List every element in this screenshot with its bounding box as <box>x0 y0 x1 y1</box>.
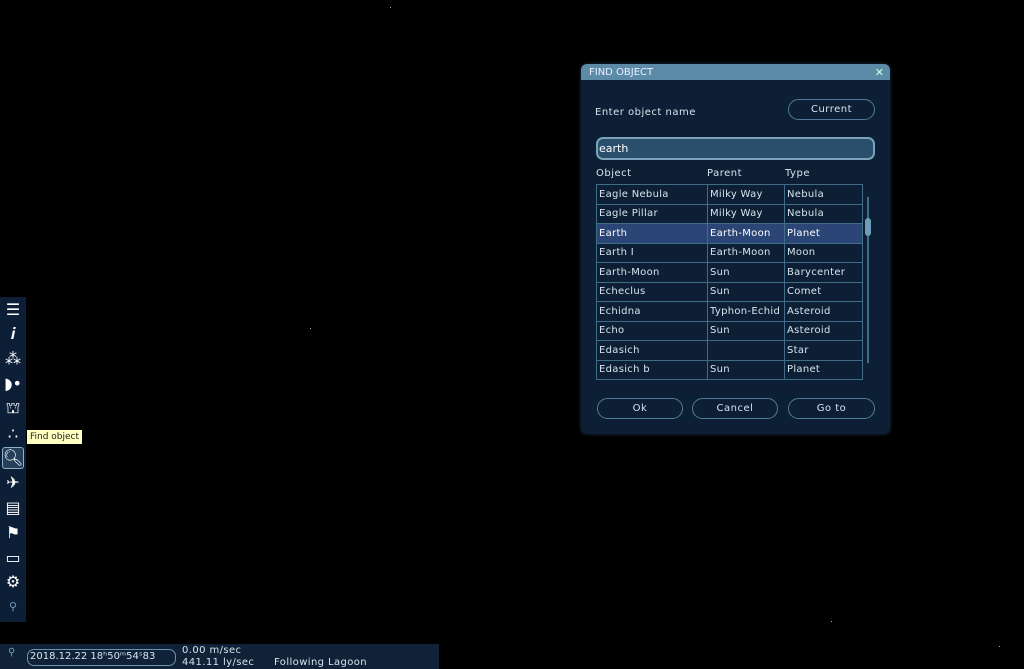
status-bar: ⚲ 2018.12.22 18ʰ50ᵐ54ˢ83 0.00 m/sec 441.… <box>0 644 439 669</box>
cell-parent: Typhon-Echid <box>707 301 785 322</box>
cell-object: Earth-Moon <box>596 262 708 283</box>
close-icon[interactable]: ✕ <box>875 66 884 79</box>
observatory-icon[interactable]: ⛫ <box>2 397 24 419</box>
cell-type: Planet <box>784 359 863 380</box>
cell-type: Barycenter <box>784 262 863 283</box>
cell-type: Asteroid <box>784 320 863 341</box>
goto-button[interactable]: Go to <box>788 398 875 419</box>
cell-object: Earth I <box>596 242 708 263</box>
cell-type: Comet <box>784 281 863 302</box>
cell-object: Edasich b <box>596 359 708 380</box>
solar-system-icon[interactable]: ⁂ <box>2 348 24 370</box>
location-pin-icon[interactable]: ⚲ <box>8 647 16 658</box>
following-status: Following Lagoon <box>274 657 368 668</box>
cell-type: Nebula <box>784 184 863 205</box>
cell-object: Edasich <box>596 340 708 361</box>
star-field-icon[interactable]: ∴ <box>2 422 24 444</box>
column-header-object: Object <box>596 168 632 179</box>
cell-object: Eagle Nebula <box>596 184 708 205</box>
column-header-type: Type <box>785 168 810 179</box>
journal-icon[interactable]: ▤ <box>2 496 24 518</box>
cell-parent: Sun <box>707 359 785 380</box>
cell-type: Star <box>784 340 863 361</box>
cell-object: Eagle Pillar <box>596 203 708 224</box>
cell-object: Earth <box>596 223 708 244</box>
ship-icon[interactable]: ✈ <box>2 472 24 494</box>
dialog-title: FIND OBJECT <box>589 66 654 78</box>
planets-icon[interactable]: ◗• <box>2 372 24 394</box>
cell-type: Planet <box>784 223 863 244</box>
table-row[interactable]: Echeclus Sun Comet <box>596 281 863 302</box>
location-icon[interactable]: ⚲ <box>2 596 24 618</box>
info-icon[interactable]: 𝒊 <box>2 323 24 345</box>
cell-parent: Earth-Moon <box>707 223 785 244</box>
cell-object: Echo <box>596 320 708 341</box>
object-name-label: Enter object name <box>595 107 696 118</box>
ok-button[interactable]: Ok <box>597 398 683 419</box>
cell-object: Echeclus <box>596 281 708 302</box>
cell-parent: Sun <box>707 320 785 341</box>
cell-parent: Sun <box>707 281 785 302</box>
cell-parent: Sun <box>707 262 785 283</box>
cell-object: Echidna <box>596 301 708 322</box>
search-icon[interactable]: 🔍︎ <box>2 446 24 469</box>
table-row[interactable]: Edasich b Sun Planet <box>596 359 863 380</box>
current-button[interactable]: Current <box>788 99 875 120</box>
table-row[interactable]: Edasich Star <box>596 340 863 361</box>
cell-type: Asteroid <box>784 301 863 322</box>
cancel-button[interactable]: Cancel <box>692 398 778 419</box>
table-row[interactable]: Earth Earth-Moon Planet <box>596 223 863 244</box>
cell-parent <box>707 340 785 361</box>
time-field[interactable]: 2018.12.22 18ʰ50ᵐ54ˢ83 <box>27 649 176 666</box>
table-row[interactable]: Echidna Typhon-Echid Asteroid <box>596 301 863 322</box>
cell-parent: Milky Way <box>707 184 785 205</box>
dialog-title-bar[interactable]: FIND OBJECT ✕ <box>581 64 890 80</box>
find-object-dialog: FIND OBJECT ✕ Enter object name Current … <box>581 64 890 434</box>
column-header-parent: Parent <box>707 168 743 179</box>
object-search-input[interactable] <box>596 137 875 160</box>
speed-readout: 0.00 m/sec <box>182 645 242 656</box>
results-table: Eagle Nebula Milky Way Nebula Eagle Pillar M… <box>596 184 863 380</box>
table-row[interactable]: Eagle Nebula Milky Way Nebula <box>596 184 863 205</box>
table-row[interactable]: Eagle Pillar Milky Way Nebula <box>596 203 863 224</box>
scrollbar-thumb[interactable] <box>865 218 871 236</box>
tooltip: Find object <box>27 430 83 444</box>
settings-icon[interactable]: ⚙ <box>2 571 24 593</box>
flag-icon[interactable]: ⚑ <box>2 521 24 543</box>
speed-ly-readout: 441.11 ly/sec <box>182 657 255 668</box>
display-icon[interactable]: ▭ <box>2 546 24 568</box>
cell-type: Nebula <box>784 203 863 224</box>
table-row[interactable]: Earth-Moon Sun Barycenter <box>596 262 863 283</box>
cell-type: Moon <box>784 242 863 263</box>
table-row[interactable]: Echo Sun Asteroid <box>596 320 863 341</box>
menu-icon[interactable]: ☰ <box>2 298 24 320</box>
cell-parent: Milky Way <box>707 203 785 224</box>
left-toolbar: ☰ 𝒊 ⁂ ◗• ⛫ ∴ 🔍︎ ✈ ▤ ⚑ ▭ ⚙ ⚲ <box>0 297 26 622</box>
cell-parent: Earth-Moon <box>707 242 785 263</box>
table-row[interactable]: Earth I Earth-Moon Moon <box>596 242 863 263</box>
